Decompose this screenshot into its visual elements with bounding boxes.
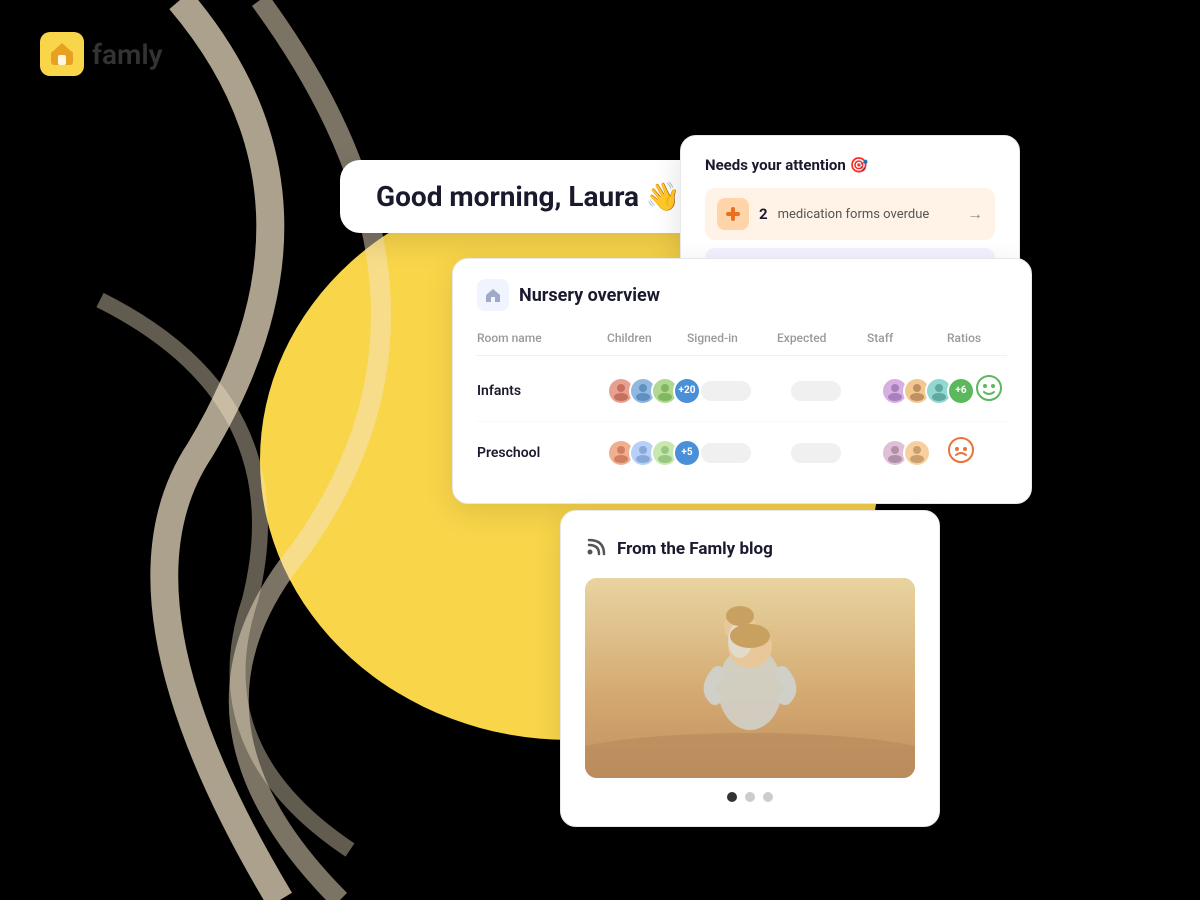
infants-staff-avatars: +6 bbox=[881, 377, 975, 405]
table-row-infants[interactable]: Infants +20 +6 bbox=[477, 360, 1007, 422]
room-name-preschool: Preschool bbox=[477, 445, 607, 461]
medication-count: 2 bbox=[759, 205, 768, 223]
medication-arrow-icon: → bbox=[967, 204, 983, 224]
room-name-infants: Infants bbox=[477, 383, 607, 399]
table-row-preschool[interactable]: Preschool +5 bbox=[477, 422, 1007, 483]
logo: famly bbox=[40, 32, 163, 76]
greeting-text: Good morning, Laura 👋 bbox=[376, 180, 681, 213]
nursery-title-text: Nursery overview bbox=[519, 285, 660, 306]
preschool-staff-avatars bbox=[881, 439, 947, 467]
infants-ratio-icon bbox=[975, 374, 1035, 407]
blog-image bbox=[585, 578, 915, 778]
dot-3[interactable] bbox=[763, 792, 773, 802]
infants-children-count: +20 bbox=[673, 377, 701, 405]
preschool-children-count: +5 bbox=[673, 439, 701, 467]
blog-carousel-dots bbox=[585, 792, 915, 802]
col-staff: Staff bbox=[867, 331, 947, 345]
infants-children-avatars: +20 bbox=[607, 377, 701, 405]
blog-card: From the Famly blog bbox=[560, 510, 940, 827]
logo-text: famly bbox=[92, 38, 163, 71]
preschool-children-avatars: +5 bbox=[607, 439, 701, 467]
logo-icon bbox=[40, 32, 84, 76]
medication-label: medication forms overdue bbox=[778, 207, 957, 222]
col-signed-in: Signed-in bbox=[687, 331, 777, 345]
preschool-signed-in bbox=[701, 443, 791, 463]
greeting-card: Good morning, Laura 👋 bbox=[340, 160, 717, 233]
infants-expected bbox=[791, 381, 881, 401]
blog-title-text: From the Famly blog bbox=[617, 539, 773, 559]
nursery-title: Nursery overview bbox=[477, 279, 1007, 311]
attention-title: Needs your attention 🎯 bbox=[705, 156, 995, 174]
col-room-name: Room name bbox=[477, 331, 607, 345]
nursery-overview-card: Nursery overview Room name Children Sign… bbox=[452, 258, 1032, 504]
staff-avatar-p2 bbox=[903, 439, 931, 467]
infants-signed-in bbox=[701, 381, 791, 401]
infants-staff-count: +6 bbox=[947, 377, 975, 405]
col-expected: Expected bbox=[777, 331, 867, 345]
col-children: Children bbox=[607, 331, 687, 345]
attention-row-medication[interactable]: 2 medication forms overdue → bbox=[705, 188, 995, 240]
dot-1[interactable] bbox=[727, 792, 737, 802]
attention-title-text: Needs your attention 🎯 bbox=[705, 156, 868, 174]
dot-2[interactable] bbox=[745, 792, 755, 802]
preschool-ratio-icon bbox=[947, 436, 1007, 469]
blog-title: From the Famly blog bbox=[585, 535, 915, 562]
medication-icon bbox=[717, 198, 749, 230]
col-ratios: Ratios bbox=[947, 331, 1007, 345]
preschool-expected bbox=[791, 443, 881, 463]
nursery-table-header: Room name Children Signed-in Expected St… bbox=[477, 327, 1007, 356]
nursery-home-icon bbox=[477, 279, 509, 311]
rss-icon bbox=[585, 535, 607, 562]
